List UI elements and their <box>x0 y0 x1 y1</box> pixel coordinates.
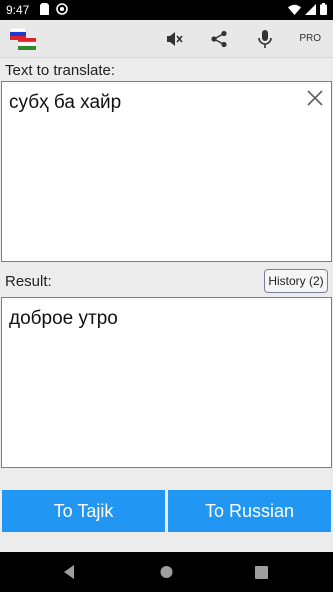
result-text-area[interactable]: доброе утро <box>1 297 332 468</box>
signal-icon <box>305 3 316 18</box>
pro-button[interactable]: PRO <box>299 33 321 44</box>
app-bar: PRO <box>0 20 333 58</box>
source-text-input[interactable]: субҳ ба хайр <box>1 81 332 262</box>
to-tajik-button[interactable]: To Tajik <box>2 490 165 532</box>
wifi-icon <box>288 4 301 18</box>
microphone-icon[interactable] <box>254 28 276 50</box>
share-icon[interactable] <box>208 28 230 50</box>
clear-icon[interactable] <box>305 88 325 108</box>
flag-icon[interactable] <box>9 27 37 50</box>
translate-buttons: To Tajik To Russian <box>0 490 333 532</box>
status-time: 9:47 <box>6 3 30 17</box>
home-icon[interactable] <box>159 564 174 585</box>
recents-icon[interactable] <box>255 566 268 584</box>
result-label: Result: <box>5 273 52 290</box>
back-icon[interactable] <box>62 564 76 585</box>
result-text-value: доброе утро <box>9 308 118 329</box>
navigation-bar <box>0 552 333 592</box>
input-label: Text to translate: <box>5 62 116 79</box>
at-sign-icon <box>56 3 68 18</box>
status-bar: 9:47 <box>0 0 333 20</box>
to-russian-button[interactable]: To Russian <box>168 490 331 532</box>
history-button[interactable]: History (2) <box>264 269 328 293</box>
source-text-value: субҳ ба хайр <box>9 92 122 113</box>
sim-card-icon <box>40 3 49 18</box>
battery-icon <box>320 3 327 18</box>
mute-icon[interactable] <box>163 28 185 50</box>
